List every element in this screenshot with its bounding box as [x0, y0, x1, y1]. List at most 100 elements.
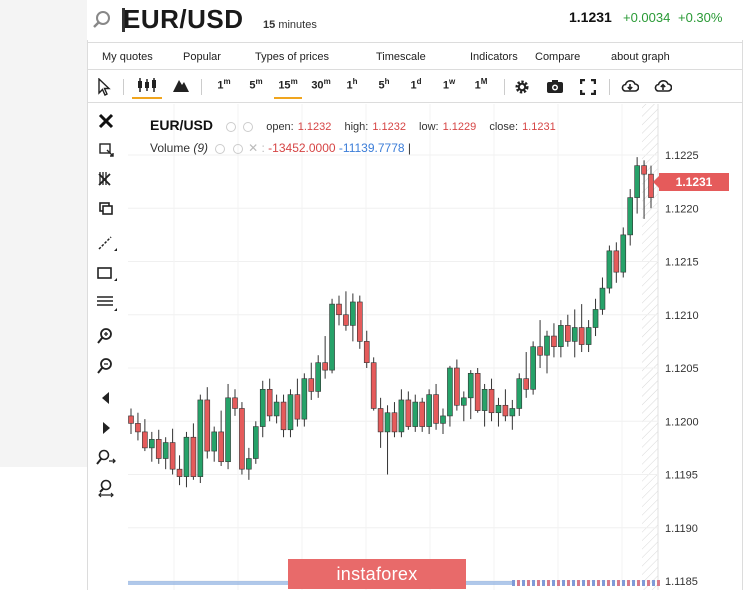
zoom-fit-icon[interactable] [94, 477, 118, 499]
price-chart[interactable]: 1.1225 1.1220 1.1215 1.1210 1.1205 1.1200 1.11… [128, 90, 742, 590]
settings-gear-icon[interactable] [514, 79, 530, 95]
candles-type-button[interactable] [132, 77, 162, 99]
candle-body [419, 401, 426, 427]
candle-body [301, 378, 308, 420]
ohlc-legend: EUR/USD open: 1.1232 high: 1.1232 low: 1.12… [150, 117, 556, 133]
candle-body [225, 397, 231, 463]
area-type-button[interactable] [170, 77, 192, 99]
candle-body [571, 327, 578, 342]
low-value: 1.1229 [442, 121, 477, 133]
candle [301, 373, 308, 427]
volume-bar [547, 580, 550, 586]
copy-icon[interactable] [94, 197, 118, 219]
candle-body [558, 325, 564, 347]
fibonacci-lines-icon[interactable] [94, 292, 118, 314]
candle-body [391, 412, 398, 433]
zoom-in-icon[interactable] [94, 326, 118, 348]
zoom-out-icon[interactable] [94, 356, 118, 378]
volume-value-2: -11139.7778 [338, 141, 405, 155]
visibility-eye-icon[interactable] [215, 143, 226, 154]
menu-timescale[interactable]: Timescale [376, 51, 426, 63]
scroll-right-icon[interactable] [94, 417, 118, 439]
volume-bar [602, 580, 605, 586]
menu-bar: My quotes Popular Types of prices Timesc… [88, 42, 742, 70]
candle-body [447, 367, 453, 417]
tf-5m[interactable]: 5m [246, 77, 266, 99]
camera-icon[interactable] [546, 79, 564, 94]
candle-body [599, 287, 606, 310]
tf-1M[interactable]: 1M [472, 77, 490, 99]
cloud-download-icon[interactable] [621, 78, 639, 94]
candle-body [343, 314, 349, 326]
interval-unit: minutes [278, 19, 317, 31]
symbol-title: EUR/USD [123, 4, 244, 34]
delete-drawings-icon[interactable] [94, 168, 118, 190]
candle-body [585, 327, 592, 345]
tf-1h[interactable]: 1h [344, 77, 360, 99]
candle-body [412, 401, 419, 427]
cloud-upload-icon[interactable] [654, 78, 672, 94]
menu-about-graph[interactable]: about graph [611, 51, 670, 63]
scroll-left-icon[interactable] [94, 387, 118, 409]
candle-body [433, 394, 439, 424]
volume-bar [557, 580, 560, 586]
settings-gear-icon[interactable] [243, 122, 254, 133]
menu-popular[interactable]: Popular [183, 51, 221, 63]
menu-indicators[interactable]: Indicators [470, 51, 518, 63]
candle-body [474, 373, 481, 411]
trend-line-icon[interactable] [94, 232, 118, 254]
candle-body [308, 378, 315, 392]
candle-body [592, 309, 599, 328]
crosshair-select-icon[interactable] [94, 139, 118, 161]
price-change: +0.0034 [623, 10, 671, 25]
menu-compare[interactable]: Compare [535, 51, 580, 63]
volume-bar [612, 580, 615, 586]
candle [329, 298, 335, 374]
candle-body [162, 442, 169, 459]
toolbar-separator [201, 79, 202, 95]
candle-body [204, 399, 211, 452]
candle [287, 389, 294, 438]
volume-legend: Volume (9) ✕ : -13452.0000 -11139.7778 | [150, 141, 411, 155]
candle-body [246, 458, 252, 470]
candle-body [280, 401, 287, 431]
candle-body [509, 408, 516, 417]
rectangle-icon[interactable] [94, 262, 118, 284]
fullscreen-icon[interactable] [580, 79, 596, 95]
search-icon[interactable] [91, 10, 113, 30]
cursor-icon[interactable] [97, 78, 111, 96]
volume-bar [562, 580, 565, 586]
volume-bar [632, 580, 635, 586]
volume-bar [582, 580, 585, 586]
candle-body [357, 301, 363, 342]
candle-body [148, 439, 155, 449]
close-icon[interactable] [94, 110, 118, 132]
y-tick-label: 1.1200 [665, 416, 699, 428]
menu-types-of-prices[interactable]: Types of prices [255, 51, 329, 63]
volume-bar [657, 580, 660, 586]
candle-body [551, 335, 557, 348]
instrument-header: EUR/USD 15 minutes 1.1231 +0.0034 +0.30% [88, 0, 748, 40]
candle-body [253, 426, 259, 459]
visibility-eye-icon[interactable] [226, 122, 237, 133]
current-price-tag: 1.1231 [653, 173, 729, 191]
remove-indicator-icon[interactable]: ✕ [248, 141, 258, 155]
tf-30m[interactable]: 30m [308, 77, 334, 99]
candle-body [190, 436, 197, 477]
candle-body [259, 388, 266, 427]
close-value: 1.1231 [522, 121, 556, 133]
high-value: 1.1232 [372, 121, 406, 133]
tf-5h[interactable]: 5h [376, 77, 392, 99]
zoom-reset-icon[interactable] [94, 447, 118, 469]
tf-1m[interactable]: 1m [214, 77, 234, 99]
candle [606, 245, 613, 294]
tf-15m[interactable]: 15m [274, 77, 302, 99]
chart-area[interactable]: 1.1225 1.1220 1.1215 1.1210 1.1205 1.1200 1.11… [128, 90, 742, 590]
toolbar-separator [123, 79, 124, 95]
settings-gear-icon[interactable] [232, 143, 243, 154]
menu-my-quotes[interactable]: My quotes [102, 51, 153, 63]
tf-1d[interactable]: 1d [408, 77, 424, 99]
candle-body [460, 397, 467, 406]
candle-body [384, 412, 391, 433]
tf-1w[interactable]: 1w [440, 77, 458, 99]
